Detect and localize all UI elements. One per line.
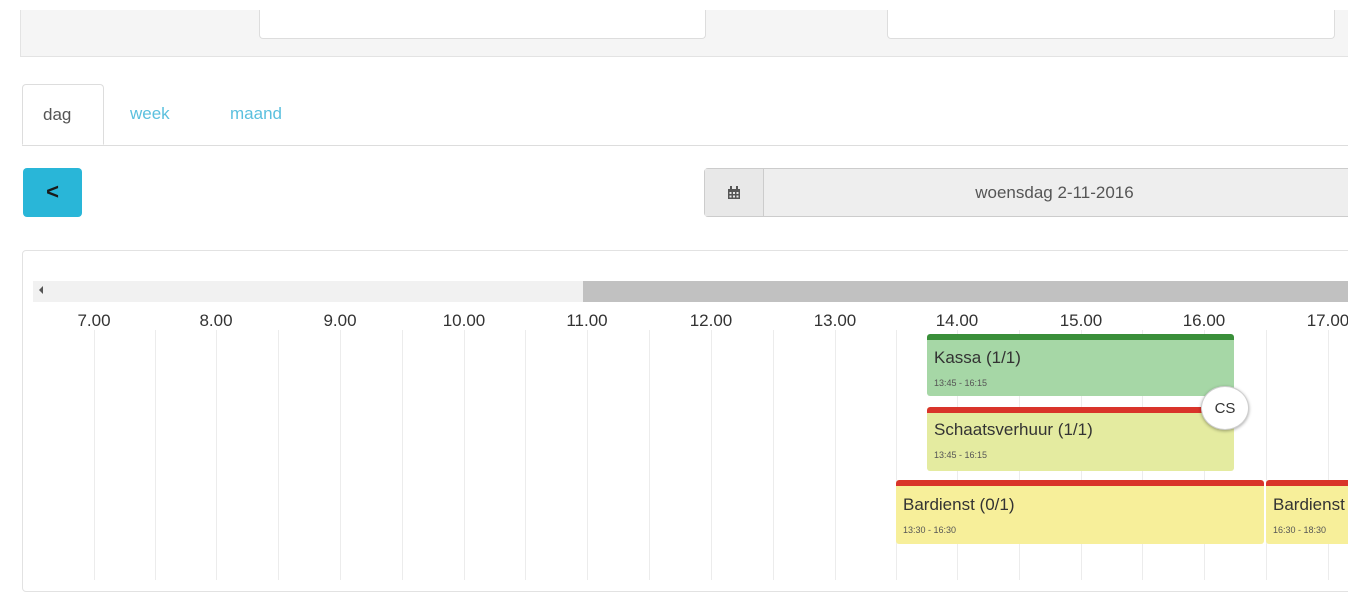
filter-input-left[interactable] xyxy=(259,10,706,39)
gridline xyxy=(525,330,526,580)
gridline xyxy=(402,330,403,580)
scroll-thumb[interactable] xyxy=(583,281,1348,302)
view-tabs: dag week maand xyxy=(22,84,1348,146)
previous-day-button[interactable]: < xyxy=(23,168,82,217)
hour-label: 11.00 xyxy=(566,311,608,330)
hour-label: 16.00 xyxy=(1182,311,1226,330)
tab-dag[interactable]: dag xyxy=(22,84,104,145)
gridline xyxy=(587,330,588,580)
shift-block-schaatsverhuur[interactable]: Schaatsverhuur (1/1) 13:45 - 16:15 xyxy=(927,407,1234,471)
scroll-left-icon[interactable] xyxy=(39,286,43,294)
gridline xyxy=(835,330,836,580)
filter-input-right[interactable] xyxy=(887,10,1335,39)
hour-label: 8.00 xyxy=(199,311,233,330)
horizontal-scrollbar[interactable] xyxy=(33,281,1348,302)
hour-label: 13.00 xyxy=(813,311,857,330)
date-value: woensdag 2-11-2016 xyxy=(764,169,1345,216)
date-picker[interactable]: woensdag 2-11-2016 xyxy=(704,168,1348,217)
hour-label: 7.00 xyxy=(77,311,111,330)
shift-title: Kassa (1/1) xyxy=(934,348,1021,367)
chevron-left-icon: < xyxy=(46,179,59,204)
hour-label: 14.00 xyxy=(935,311,979,330)
calendar-button[interactable] xyxy=(705,169,764,216)
shift-title: Schaatsverhuur (1/1) xyxy=(934,420,1093,439)
tab-week[interactable]: week xyxy=(130,84,170,145)
filter-panel xyxy=(20,10,1348,57)
shift-block-bardienst[interactable]: Bardienst (0/1) 13:30 - 16:30 xyxy=(896,480,1264,544)
hour-label: 17.00 xyxy=(1306,311,1348,330)
hour-label: 10.00 xyxy=(442,311,486,330)
gridline xyxy=(773,330,774,580)
gridline xyxy=(278,330,279,580)
gridline xyxy=(649,330,650,580)
gridline xyxy=(340,330,341,580)
calendar-icon xyxy=(728,185,740,199)
user-avatar-badge[interactable]: CS xyxy=(1201,386,1249,430)
gridline xyxy=(711,330,712,580)
shift-time: 13:45 - 16:15 xyxy=(934,450,988,460)
tab-maand[interactable]: maand xyxy=(230,84,282,145)
gridline xyxy=(464,330,465,580)
shift-status-bar xyxy=(896,480,1264,486)
gridline xyxy=(94,330,95,580)
hour-label: 12.00 xyxy=(689,311,733,330)
shift-title: Bardienst xyxy=(1273,495,1345,514)
shift-status-bar xyxy=(927,334,1234,340)
shift-block-bardienst-evening[interactable]: Bardienst 16:30 - 18:30 xyxy=(1266,480,1348,544)
shift-status-bar xyxy=(927,407,1234,413)
shift-time: 13:30 - 16:30 xyxy=(903,525,957,535)
shift-time: 16:30 - 18:30 xyxy=(1273,525,1327,535)
shift-status-bar xyxy=(1266,480,1348,486)
gridline xyxy=(155,330,156,580)
shift-title: Bardienst (0/1) xyxy=(903,495,1015,514)
gridline xyxy=(216,330,217,580)
shift-time: 13:45 - 16:15 xyxy=(934,378,988,388)
hour-label: 15.00 xyxy=(1059,311,1103,330)
hour-label: 9.00 xyxy=(323,311,357,330)
shift-block-kassa[interactable]: Kassa (1/1) 13:45 - 16:15 xyxy=(927,334,1234,396)
